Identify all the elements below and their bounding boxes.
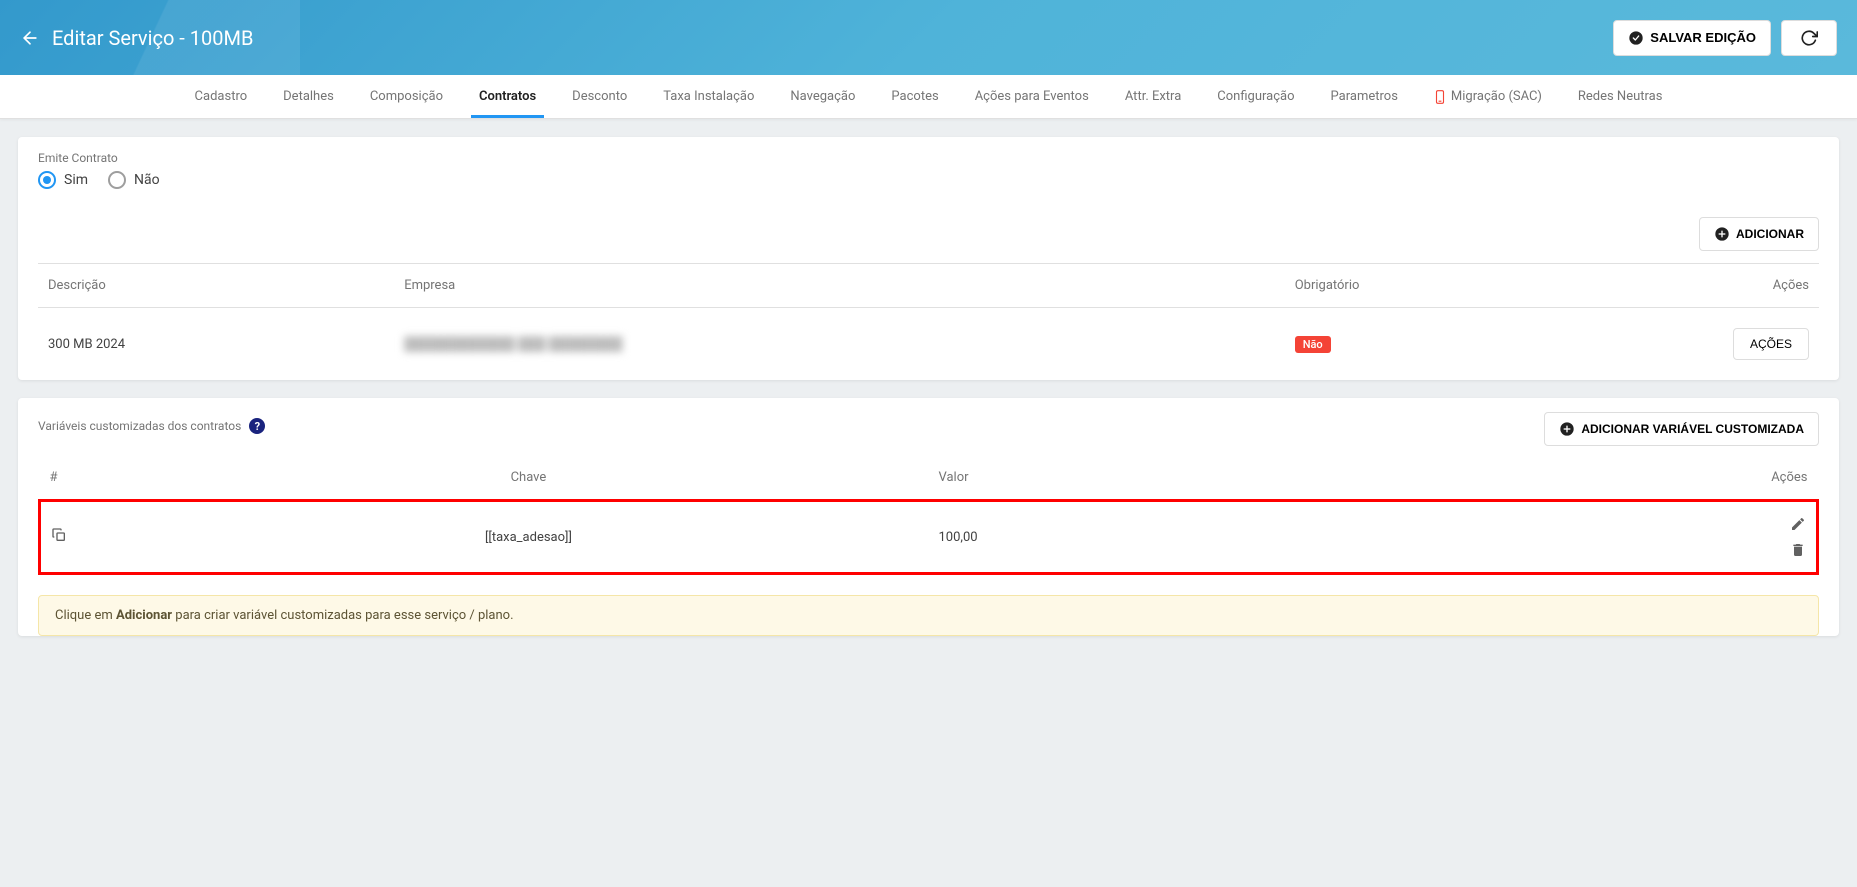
tab-pacotes[interactable]: Pacotes [873, 75, 956, 118]
tab-label: Configuração [1217, 89, 1294, 104]
tab-label: Redes Neutras [1578, 89, 1663, 104]
radio-label: Não [134, 172, 160, 188]
copy-icon[interactable] [51, 527, 67, 543]
tab-label: Taxa Instalação [663, 89, 754, 104]
tab-label: Parametros [1331, 89, 1398, 104]
tab-label: Cadastro [195, 89, 248, 104]
plus-circle-icon [1559, 421, 1575, 437]
plus-circle-icon [1714, 226, 1730, 242]
radio-circle-checked-icon [38, 171, 56, 189]
arrow-left-icon [20, 28, 40, 48]
variables-title: Variáveis customizadas dos contratos ? [38, 418, 265, 434]
tab-label: Migração (SAC) [1451, 89, 1542, 104]
page-header: Editar Serviço - 100MB SALVAR EDIÇÃO [0, 0, 1857, 75]
variables-table: # Chave Valor Ações [38, 456, 1819, 575]
cell-valor: 100,00 [928, 501, 1550, 574]
tab-label: Ações para Eventos [975, 89, 1089, 104]
tab-detalhes[interactable]: Detalhes [265, 75, 352, 118]
tab-migracao-sac[interactable]: Migração (SAC) [1416, 75, 1560, 118]
contract-panel: Emite Contrato Sim Não ADICIONAR [18, 137, 1839, 380]
tab-attr-extra[interactable]: Attr. Extra [1107, 75, 1199, 118]
add-label: ADICIONAR [1736, 227, 1804, 241]
radio-circle-icon [108, 171, 126, 189]
variables-header: Variáveis customizadas dos contratos ? A… [38, 412, 1819, 446]
cell-acoes: AÇÕES [1552, 308, 1819, 381]
check-circle-icon [1628, 30, 1644, 46]
cell-copy [40, 501, 129, 574]
refresh-button[interactable] [1781, 20, 1837, 56]
emit-contract-label: Emite Contrato [38, 151, 1819, 165]
tab-label: Contratos [479, 89, 536, 104]
tab-label: Detalhes [283, 89, 334, 104]
tab-parametros[interactable]: Parametros [1313, 75, 1416, 118]
col-empresa: Empresa [394, 264, 1285, 308]
info-suffix: para criar variável customizadas para es… [172, 608, 513, 623]
tab-label: Composição [370, 89, 443, 104]
contracts-table: Descrição Empresa Obrigatório Ações 300 … [38, 263, 1819, 380]
save-label: SALVAR EDIÇÃO [1650, 30, 1756, 45]
add-contract-button[interactable]: ADICIONAR [1699, 217, 1819, 251]
edit-icon[interactable] [1790, 516, 1806, 532]
status-badge: Não [1295, 336, 1331, 353]
tab-navegacao[interactable]: Navegação [772, 75, 873, 118]
header-left: Editar Serviço - 100MB [20, 26, 253, 50]
col-acoes: Ações [1551, 456, 1818, 501]
col-hash: # [40, 456, 129, 501]
save-button[interactable]: SALVAR EDIÇÃO [1613, 20, 1771, 56]
tab-cadastro[interactable]: Cadastro [177, 75, 266, 118]
tab-desconto[interactable]: Desconto [554, 75, 645, 118]
cell-descricao: 300 MB 2024 [38, 308, 394, 381]
cell-empresa: ████████████ ███ ████████ [394, 308, 1285, 381]
add-variable-button[interactable]: ADICIONAR VARIÁVEL CUSTOMIZADA [1544, 412, 1819, 446]
tab-redes-neutras[interactable]: Redes Neutras [1560, 75, 1681, 118]
radio-group: Sim Não [38, 171, 1819, 189]
cell-obrigatorio: Não [1285, 308, 1552, 381]
phone-icon [1434, 90, 1446, 104]
radio-label: Sim [64, 172, 88, 188]
tab-acoes-eventos[interactable]: Ações para Eventos [957, 75, 1107, 118]
col-valor: Valor [928, 456, 1550, 501]
col-chave: Chave [128, 456, 928, 501]
tab-label: Desconto [572, 89, 627, 104]
panel-actions: ADICIONAR [38, 205, 1819, 263]
variable-row: [[taxa_adesao]] 100,00 [40, 501, 1818, 574]
back-button[interactable] [20, 28, 40, 48]
variables-panel: Variáveis customizadas dos contratos ? A… [18, 398, 1839, 636]
radio-yes[interactable]: Sim [38, 171, 88, 189]
info-prefix: Clique em [55, 608, 116, 623]
radio-no[interactable]: Não [108, 171, 160, 189]
main-content: Emite Contrato Sim Não ADICIONAR [0, 119, 1857, 672]
tab-label: Navegação [790, 89, 855, 104]
delete-icon[interactable] [1790, 542, 1806, 558]
cell-chave: [[taxa_adesao]] [128, 501, 928, 574]
table-row: 300 MB 2024 ████████████ ███ ████████ Nã… [38, 308, 1819, 381]
tab-composicao[interactable]: Composição [352, 75, 461, 118]
row-actions-button[interactable]: AÇÕES [1733, 328, 1809, 360]
tabs-nav: Cadastro Detalhes Composição Contratos D… [0, 75, 1857, 119]
tab-contratos[interactable]: Contratos [461, 75, 554, 118]
help-icon[interactable]: ? [249, 418, 265, 434]
col-acoes: Ações [1552, 264, 1819, 308]
tab-configuracao[interactable]: Configuração [1199, 75, 1312, 118]
col-obrigatorio: Obrigatório [1285, 264, 1552, 308]
info-box: Clique em Adicionar para criar variável … [38, 595, 1819, 636]
header-right: SALVAR EDIÇÃO [1613, 20, 1837, 56]
add-variable-label: ADICIONAR VARIÁVEL CUSTOMIZADA [1581, 422, 1804, 436]
page-title: Editar Serviço - 100MB [52, 26, 253, 50]
refresh-icon [1800, 29, 1818, 47]
cell-actions [1551, 501, 1818, 574]
tab-label: Attr. Extra [1125, 89, 1181, 104]
tab-taxa-instalacao[interactable]: Taxa Instalação [645, 75, 772, 118]
tab-label: Pacotes [891, 89, 938, 104]
info-bold: Adicionar [116, 608, 172, 623]
variables-title-text: Variáveis customizadas dos contratos [38, 419, 241, 433]
col-descricao: Descrição [38, 264, 394, 308]
